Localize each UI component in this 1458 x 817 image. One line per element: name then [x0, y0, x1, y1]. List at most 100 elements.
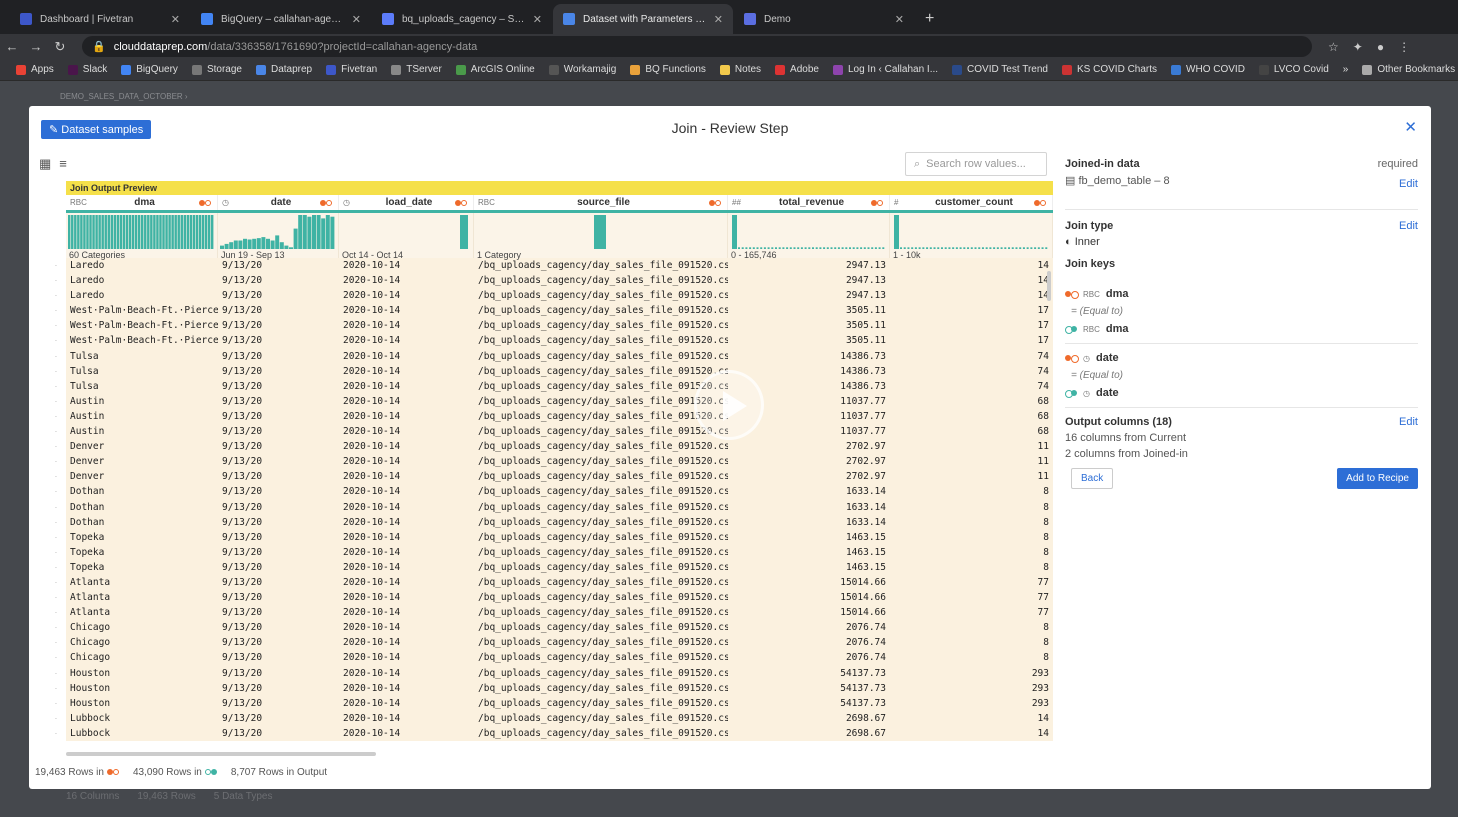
forward-nav-icon[interactable]: →: [24, 39, 48, 54]
table-row[interactable]: Atlanta 9/13/20 2020-10-14/bq_uploads_cage…: [66, 605, 1053, 620]
bookmark-item[interactable]: Apps: [16, 64, 54, 75]
column-header[interactable]: # customer_count: [890, 195, 1053, 210]
bookmark-item[interactable]: ArcGIS Online: [455, 64, 535, 75]
menu-icon[interactable]: ⋮: [1398, 40, 1410, 54]
bookmark-item[interactable]: WHO COVID: [1171, 64, 1245, 75]
row-handle[interactable]: ·: [46, 409, 66, 424]
browser-tab[interactable]: Dashboard | Fivetran ✕: [10, 4, 190, 34]
tab-close-icon[interactable]: ✕: [352, 13, 361, 26]
bookmark-item[interactable]: Storage: [191, 64, 242, 75]
add-to-recipe-button[interactable]: Add to Recipe: [1337, 468, 1418, 489]
row-handle[interactable]: ·: [46, 333, 66, 348]
row-handle[interactable]: ·: [46, 484, 66, 499]
edit-joined-link[interactable]: Edit: [1399, 178, 1418, 190]
star-icon[interactable]: ☆: [1328, 40, 1339, 54]
table-row[interactable]: Austin 9/13/20 2020-10-14/bq_uploads_cagen…: [66, 409, 1053, 424]
row-handle[interactable]: ·: [46, 711, 66, 726]
table-row[interactable]: Topeka 9/13/20 2020-10-14/bq_uploads_cagen…: [66, 560, 1053, 575]
row-handle[interactable]: ·: [46, 726, 66, 741]
vertical-scrollbar[interactable]: [1047, 271, 1051, 301]
table-row[interactable]: Austin 9/13/20 2020-10-14/bq_uploads_cagen…: [66, 424, 1053, 439]
join-key-joined[interactable]: RBC dma: [1065, 323, 1418, 335]
bookmark-item[interactable]: Workamajig: [548, 64, 616, 75]
column-header[interactable]: ## total_revenue: [728, 195, 890, 210]
row-handle[interactable]: ·: [46, 530, 66, 545]
bookmark-item[interactable]: Adobe: [775, 64, 819, 75]
table-row[interactable]: Chicago 9/13/20 2020-10-14/bq_uploads_cage…: [66, 635, 1053, 650]
browser-tab[interactable]: bq_uploads_cagency – Storag ✕: [372, 4, 552, 34]
table-row[interactable]: Tulsa 9/13/20 2020-10-14/bq_uploads_cagenc…: [66, 379, 1053, 394]
table-row[interactable]: Denver 9/13/20 2020-10-14/bq_uploads_cagen…: [66, 439, 1053, 454]
table-row[interactable]: Houston 9/13/20 2020-10-14/bq_uploads_cage…: [66, 696, 1053, 711]
reload-icon[interactable]: ↻: [48, 39, 72, 55]
row-handle[interactable]: ·: [46, 469, 66, 484]
table-row[interactable]: Atlanta 9/13/20 2020-10-14/bq_uploads_cage…: [66, 590, 1053, 605]
table-row[interactable]: Topeka 9/13/20 2020-10-14/bq_uploads_cagen…: [66, 545, 1053, 560]
horizontal-scrollbar[interactable]: [66, 752, 376, 756]
table-row[interactable]: Topeka 9/13/20 2020-10-14/bq_uploads_cagen…: [66, 530, 1053, 545]
column-header[interactable]: RBC source_file: [474, 195, 728, 210]
table-row[interactable]: West·Palm·Beach-Ft.·Pierce 9/13/20 2020-10…: [66, 303, 1053, 318]
table-row[interactable]: Laredo 9/13/20 2020-10-14/bq_uploads_cagen…: [66, 258, 1053, 273]
table-row[interactable]: Laredo 9/13/20 2020-10-14/bq_uploads_cagen…: [66, 288, 1053, 303]
edit-output-columns-link[interactable]: Edit: [1399, 416, 1418, 428]
row-handle[interactable]: ·: [46, 318, 66, 333]
row-handle[interactable]: ·: [46, 635, 66, 650]
list-view-icon[interactable]: ≡: [59, 156, 67, 172]
search-input[interactable]: ⌕ Search row values...: [905, 152, 1047, 176]
table-row[interactable]: Austin 9/13/20 2020-10-14/bq_uploads_cagen…: [66, 394, 1053, 409]
tab-close-icon[interactable]: ✕: [895, 13, 904, 26]
table-row[interactable]: Laredo 9/13/20 2020-10-14/bq_uploads_cagen…: [66, 273, 1053, 288]
bookmark-item[interactable]: Dataprep: [255, 64, 312, 75]
column-header[interactable]: RBC dma: [66, 195, 218, 210]
back-nav-icon[interactable]: ←: [0, 39, 24, 54]
grid-view-icon[interactable]: ▦: [39, 156, 51, 172]
row-handle[interactable]: ·: [46, 258, 66, 273]
column-histogram[interactable]: Oct 14 - Oct 14: [339, 213, 474, 260]
tab-close-icon[interactable]: ✕: [714, 13, 723, 26]
row-handle[interactable]: ·: [46, 696, 66, 711]
row-handle[interactable]: ·: [46, 575, 66, 590]
table-row[interactable]: Tulsa 9/13/20 2020-10-14/bq_uploads_cagenc…: [66, 349, 1053, 364]
join-key-current[interactable]: ◷ date: [1065, 352, 1418, 364]
extensions-icon[interactable]: ✦: [1353, 40, 1363, 54]
table-row[interactable]: Tulsa 9/13/20 2020-10-14/bq_uploads_cagenc…: [66, 364, 1053, 379]
bookmark-item[interactable]: COVID Test Trend: [952, 64, 1048, 75]
bookmark-item[interactable]: Log In ‹ Callahan I...: [832, 64, 938, 75]
browser-tab[interactable]: Dataset with Parameters – 60 ✕: [553, 4, 733, 34]
close-icon[interactable]: ✕: [1404, 118, 1417, 136]
row-handle[interactable]: ·: [46, 650, 66, 665]
table-row[interactable]: West·Palm·Beach-Ft.·Pierce 9/13/20 2020-10…: [66, 333, 1053, 348]
row-handle[interactable]: ·: [46, 545, 66, 560]
browser-tab[interactable]: BigQuery – callahan-agency-d ✕: [191, 4, 371, 34]
column-histogram[interactable]: 60 Categories: [66, 213, 218, 260]
column-header[interactable]: ◷ load_date: [339, 195, 474, 210]
table-row[interactable]: Houston 9/13/20 2020-10-14/bq_uploads_cage…: [66, 666, 1053, 681]
bookmark-item[interactable]: LVCO Covid: [1258, 64, 1329, 75]
new-tab-icon[interactable]: +: [915, 4, 944, 34]
profile-avatar[interactable]: ●: [1377, 40, 1384, 54]
table-row[interactable]: Chicago 9/13/20 2020-10-14/bq_uploads_cage…: [66, 650, 1053, 665]
back-button[interactable]: Back: [1071, 468, 1114, 489]
table-row[interactable]: West·Palm·Beach-Ft.·Pierce 9/13/20 2020-10…: [66, 318, 1053, 333]
row-handle[interactable]: ·: [46, 681, 66, 696]
row-handle[interactable]: ·: [46, 379, 66, 394]
row-handle[interactable]: ·: [46, 439, 66, 454]
column-histogram[interactable]: 1 Category: [474, 213, 728, 260]
other-bookmarks[interactable]: Other Bookmarks: [1362, 64, 1455, 75]
table-row[interactable]: Houston 9/13/20 2020-10-14/bq_uploads_cage…: [66, 681, 1053, 696]
row-handle[interactable]: ·: [46, 620, 66, 635]
table-row[interactable]: Lubbock 9/13/20 2020-10-14/bq_uploads_cage…: [66, 711, 1053, 726]
bookmark-item[interactable]: Slack: [67, 64, 107, 75]
row-handle[interactable]: ·: [46, 424, 66, 439]
table-row[interactable]: Dothan 9/13/20 2020-10-14/bq_uploads_cagen…: [66, 515, 1053, 530]
table-row[interactable]: Dothan 9/13/20 2020-10-14/bq_uploads_cagen…: [66, 500, 1053, 515]
table-row[interactable]: Lubbock 9/13/20 2020-10-14/bq_uploads_cage…: [66, 726, 1053, 741]
table-row[interactable]: Atlanta 9/13/20 2020-10-14/bq_uploads_cage…: [66, 575, 1053, 590]
bookmark-item[interactable]: Fivetran: [326, 64, 377, 75]
row-handle[interactable]: ·: [46, 605, 66, 620]
edit-join-type-link[interactable]: Edit: [1399, 220, 1418, 232]
bookmark-item[interactable]: KS COVID Charts: [1062, 64, 1157, 75]
tab-close-icon[interactable]: ✕: [171, 13, 180, 26]
table-row[interactable]: Denver 9/13/20 2020-10-14/bq_uploads_cagen…: [66, 454, 1053, 469]
